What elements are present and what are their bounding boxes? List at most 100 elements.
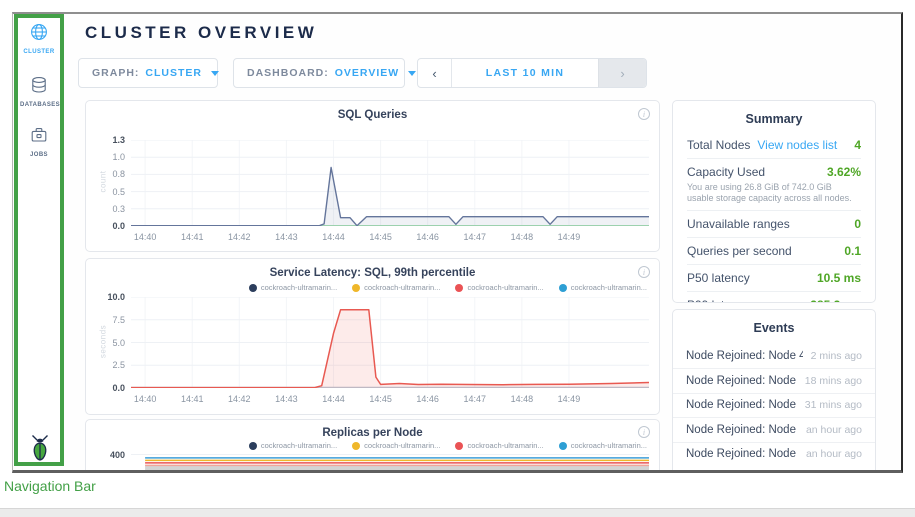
service-latency-plot-svg bbox=[131, 297, 649, 388]
event-time: 18 mins ago bbox=[805, 375, 862, 387]
x-tick-label: 14:47 bbox=[453, 394, 497, 404]
x-tick-label: 14:48 bbox=[500, 394, 544, 404]
summary-row-label: Unavailable ranges bbox=[687, 217, 790, 231]
y-tick-label: 0.5 bbox=[93, 187, 125, 197]
y-tick-label: 0.0 bbox=[93, 383, 125, 393]
legend-item[interactable]: cockroach-ultramarin... bbox=[455, 283, 543, 292]
summary-row: P99 latency 285.2 ms bbox=[687, 291, 861, 303]
time-range-selector: ‹ LAST 10 MIN › bbox=[417, 58, 647, 88]
x-tick-label: 14:48 bbox=[500, 232, 544, 242]
chart-plot bbox=[131, 297, 649, 388]
dashboard-dropdown[interactable]: DASHBOARD: OVERVIEW bbox=[233, 58, 405, 88]
info-icon[interactable]: i bbox=[638, 426, 650, 438]
legend-item[interactable]: cockroach-ultramarin... bbox=[559, 441, 647, 450]
event-text: Node Rejoined: Node 4 rej... bbox=[686, 350, 803, 362]
sidebar-item-jobs[interactable]: JOBS bbox=[20, 126, 58, 158]
graph-dropdown-value: CLUSTER bbox=[145, 67, 202, 79]
replicas-per-node-plot-svg bbox=[131, 450, 649, 473]
summary-row-value: 4 bbox=[854, 138, 861, 152]
dashboard-dropdown-label: DASHBOARD: bbox=[247, 67, 329, 79]
legend-dot-icon bbox=[352, 284, 360, 292]
x-tick-label: 14:41 bbox=[170, 232, 214, 242]
x-tick-label: 14:45 bbox=[359, 394, 403, 404]
x-tick-label: 14:43 bbox=[264, 232, 308, 242]
time-range-next-button[interactable]: › bbox=[598, 59, 646, 87]
legend-item[interactable]: cockroach-ultramarin... bbox=[249, 441, 337, 450]
legend-item-label: cockroach-ultramarin... bbox=[364, 283, 440, 292]
legend-item-label: cockroach-ultramarin... bbox=[571, 441, 647, 450]
legend-item-label: cockroach-ultramarin... bbox=[261, 283, 337, 292]
info-icon[interactable]: i bbox=[638, 108, 650, 120]
sidebar-item-label: DATABASES bbox=[20, 102, 58, 108]
node-4-replicas-area bbox=[145, 465, 649, 473]
app-window: CLUSTER DATABASES bbox=[12, 12, 903, 473]
event-row: Node Rejoined: Node 1 rej... an hour ago bbox=[673, 417, 875, 441]
x-tick-label: 14:40 bbox=[123, 394, 167, 404]
sidebar-item-cluster[interactable]: CLUSTER bbox=[20, 23, 58, 55]
cockroachdb-logo-icon[interactable] bbox=[28, 434, 52, 462]
event-time: 2 mins ago bbox=[811, 350, 862, 362]
summary-panel: Summary Total Nodes View nodes list 4 Ca… bbox=[672, 100, 876, 303]
time-range-value[interactable]: LAST 10 MIN bbox=[452, 59, 598, 87]
legend-item-label: cockroach-ultramarin... bbox=[571, 283, 647, 292]
y-tick-label: 2.5 bbox=[93, 360, 125, 370]
p99-latency-area bbox=[131, 310, 649, 388]
event-text: Node Rejoined: Node 4 rej... bbox=[686, 448, 798, 460]
summary-panel-title: Summary bbox=[673, 101, 875, 132]
chart-title: Service Latency: SQL, 99th percentile bbox=[86, 267, 659, 279]
summary-row-label: Total Nodes bbox=[687, 138, 750, 152]
summary-row: Queries per second 0.1 bbox=[687, 237, 861, 264]
event-text: Node Rejoined: Node 3 rej... bbox=[686, 375, 797, 387]
legend-item[interactable]: cockroach-ultramarin... bbox=[352, 283, 440, 292]
summary-row-label: Capacity Used bbox=[687, 165, 765, 179]
summary-row: Unavailable ranges 0 bbox=[687, 210, 861, 237]
y-tick-label: 10.0 bbox=[93, 292, 125, 302]
legend-item[interactable]: cockroach-ultramarin... bbox=[249, 283, 337, 292]
navigation-bar: CLUSTER DATABASES bbox=[14, 14, 64, 466]
legend-dot-icon bbox=[559, 442, 567, 450]
view-nodes-list-link[interactable]: View nodes list bbox=[757, 138, 837, 152]
graph-dropdown[interactable]: GRAPH: CLUSTER bbox=[78, 58, 218, 88]
summary-row-value: 10.5 ms bbox=[817, 271, 861, 285]
x-tick-label: 14:46 bbox=[406, 394, 450, 404]
summary-row-value: 3.62% bbox=[827, 165, 861, 179]
y-tick-label: 1.3 bbox=[93, 135, 125, 145]
legend-item[interactable]: cockroach-ultramarin... bbox=[455, 441, 543, 450]
y-tick-label: 0.3 bbox=[93, 204, 125, 214]
event-rows: Node Rejoined: Node 4 rej... 2 mins ago … bbox=[673, 344, 875, 466]
x-tick-label: 14:45 bbox=[359, 232, 403, 242]
event-time: an hour ago bbox=[806, 448, 862, 460]
legend-dot-icon bbox=[352, 442, 360, 450]
chart-legend: cockroach-ultramarin... cockroach-ultram… bbox=[249, 283, 647, 292]
dashboard-dropdown-value: OVERVIEW bbox=[335, 67, 399, 79]
event-text: Node Rejoined: Node 1 rej... bbox=[686, 424, 798, 436]
sql-queries-chart-card: SQL Queries i count 1.31.00.80.50.30.014… bbox=[85, 100, 660, 252]
info-icon[interactable]: i bbox=[638, 266, 650, 278]
summary-row-value: 285.2 ms bbox=[810, 298, 861, 303]
event-time: 31 mins ago bbox=[805, 399, 862, 411]
chart-title: Replicas per Node bbox=[86, 427, 659, 439]
summary-row: Total Nodes View nodes list 4 bbox=[687, 132, 861, 158]
time-range-prev-button[interactable]: ‹ bbox=[418, 59, 452, 87]
legend-dot-icon bbox=[455, 284, 463, 292]
y-tick-label: 5.0 bbox=[93, 338, 125, 348]
service-latency-chart-card: Service Latency: SQL, 99th percentile i … bbox=[85, 258, 660, 415]
page-title: CLUSTER OVERVIEW bbox=[85, 23, 317, 43]
y-tick-label: 0.8 bbox=[93, 169, 125, 179]
summary-row-label: Queries per second bbox=[687, 244, 792, 258]
sidebar-item-databases[interactable]: DATABASES bbox=[20, 76, 58, 108]
chart-plot bbox=[131, 450, 649, 473]
legend-item-label: cockroach-ultramarin... bbox=[467, 283, 543, 292]
p99-latency-line bbox=[131, 310, 649, 388]
chevron-down-icon bbox=[211, 71, 219, 76]
legend-dot-icon bbox=[249, 284, 257, 292]
summary-row: Capacity Used 3.62% You are using 26.8 G… bbox=[687, 158, 861, 210]
legend-item[interactable]: cockroach-ultramarin... bbox=[559, 283, 647, 292]
sql-queries-plot-svg bbox=[131, 140, 649, 226]
x-tick-label: 14:43 bbox=[264, 394, 308, 404]
summary-row-subtext: You are using 26.8 GiB of 742.0 GiB usab… bbox=[687, 182, 861, 204]
event-time: an hour ago bbox=[806, 424, 862, 436]
legend-item[interactable]: cockroach-ultramarin... bbox=[352, 441, 440, 450]
event-row: Node Rejoined: Node 2 rej... 31 mins ago bbox=[673, 393, 875, 417]
sidebar-item-label: JOBS bbox=[20, 152, 58, 158]
